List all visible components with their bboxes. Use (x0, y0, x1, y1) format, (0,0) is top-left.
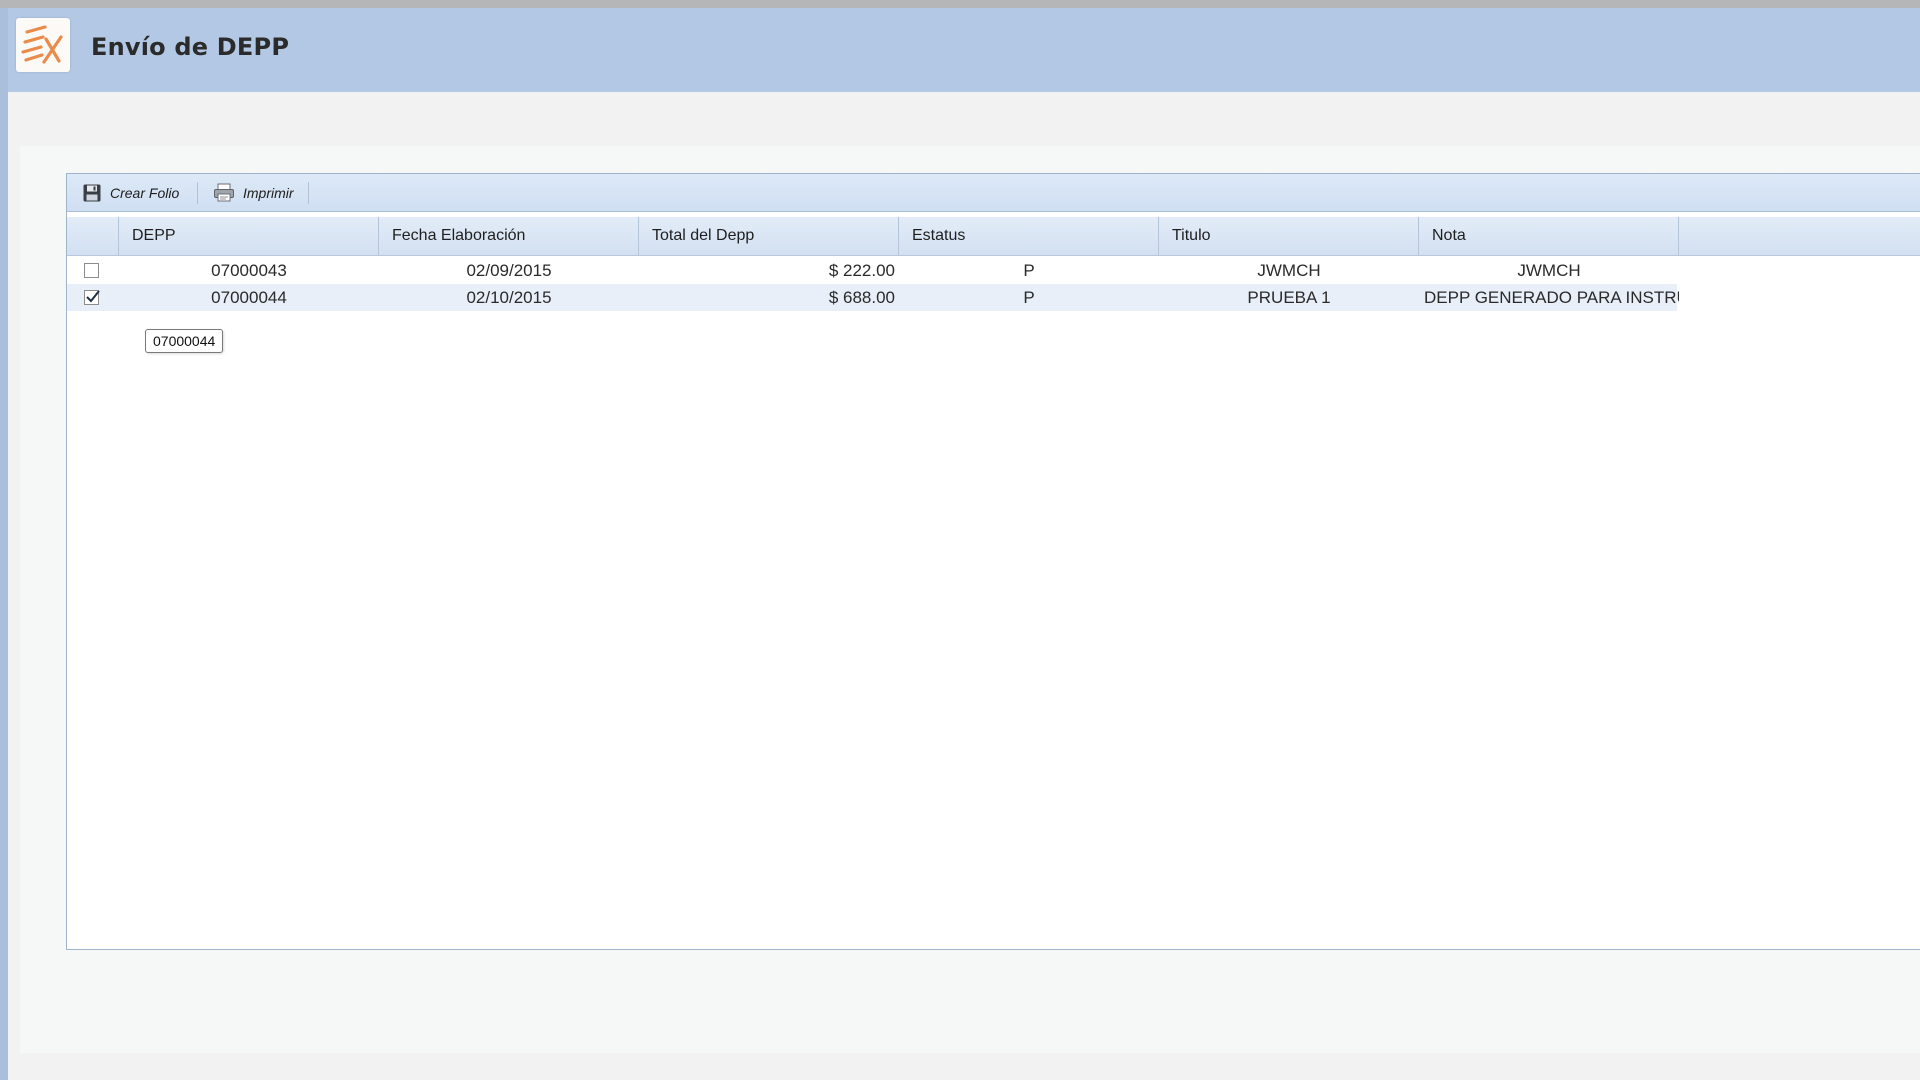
cell-titulo: JWMCH (1257, 261, 1321, 280)
save-icon (82, 183, 102, 203)
cell-total: $ 222.00 (828, 261, 895, 280)
row-checkbox[interactable] (84, 263, 99, 278)
cell-fecha: 02/10/2015 (466, 288, 552, 307)
window-top-strip (0, 0, 1920, 8)
cell-nota: JWMCH (1517, 261, 1581, 280)
imprimir-label: Imprimir (243, 184, 294, 201)
toolbar-separator (197, 182, 198, 204)
crear-folio-button[interactable]: Crear Folio (76, 179, 185, 206)
toolbar-separator (308, 182, 309, 204)
column-header-titulo[interactable]: Titulo (1159, 217, 1419, 255)
depp-grid: Crear Folio Imprimir DEPP Fecha Elaborac… (66, 173, 1920, 950)
cell-depp: 07000044 (211, 288, 287, 307)
cell-nota: DEPP GENERADO PARA INSTRU (1424, 288, 1679, 307)
window-left-frame (0, 8, 8, 1080)
table-row[interactable]: 07000044 02/10/2015 $ 688.00 P PRUEBA 1 … (67, 284, 1679, 311)
depp-tooltip: 07000044 (145, 329, 224, 353)
crear-folio-label: Crear Folio (110, 184, 180, 201)
column-header-nota[interactable]: Nota (1419, 217, 1679, 255)
cell-depp: 07000043 (211, 261, 287, 280)
column-header-fecha[interactable]: Fecha Elaboración (379, 217, 639, 255)
cell-total: $ 688.00 (828, 288, 895, 307)
cell-estatus: P (1023, 261, 1035, 280)
column-header-depp[interactable]: DEPP (119, 217, 379, 255)
cell-fecha: 02/09/2015 (466, 261, 552, 280)
printer-icon (213, 183, 235, 203)
checkmark-icon (86, 290, 100, 303)
table-row[interactable]: 07000043 02/09/2015 $ 222.00 P JWMCH JWM… (67, 257, 1677, 284)
page-title: Envío de DEPP (91, 33, 290, 61)
ex-logo-icon (16, 18, 70, 72)
cell-titulo: PRUEBA 1 (1247, 288, 1331, 307)
grid-toolbar: Crear Folio Imprimir (67, 174, 1920, 212)
column-header-row: DEPP Fecha Elaboración Total del Depp Es… (67, 217, 1920, 256)
column-header-estatus[interactable]: Estatus (899, 217, 1159, 255)
column-header-select[interactable] (67, 217, 119, 255)
column-header-total[interactable]: Total del Depp (639, 217, 899, 255)
row-checkbox[interactable] (84, 290, 100, 305)
app-header: Envío de DEPP (8, 8, 1920, 92)
cell-estatus: P (1023, 288, 1035, 307)
imprimir-button[interactable]: Imprimir (207, 179, 300, 206)
